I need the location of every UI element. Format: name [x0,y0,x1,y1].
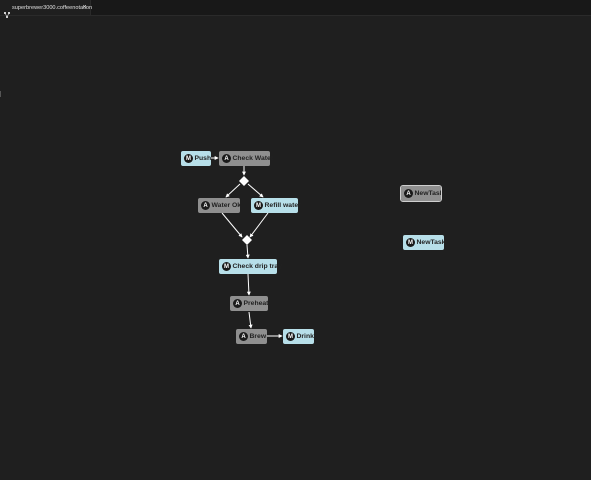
manual-badge-icon: M [286,332,295,341]
task-node-newtask-manual[interactable]: M NewTask [403,235,446,250]
edge-gateway-refill-water[interactable] [247,183,264,198]
task-node-drink[interactable]: M Drink [283,329,314,344]
task-label: Brew [249,333,267,340]
task-label: Refill water [264,202,301,209]
automatic-badge-icon: A [201,201,210,210]
task-node-check-drip-tray[interactable]: M Check drip tray [219,259,282,274]
edge-refill-water-join[interactable] [249,212,269,238]
manual-badge-icon: M [254,201,263,210]
task-node-newtask-auto[interactable]: A NewTask [400,185,444,202]
manual-badge-icon: M [222,262,231,271]
manual-badge-icon: M [406,238,415,247]
automatic-badge-icon: A [233,299,242,308]
diagram-edges [211,156,283,338]
automatic-badge-icon: A [404,189,413,198]
task-label: Water Ok [211,202,242,209]
edge-join-check-drip-tray[interactable] [245,244,250,259]
task-node-preheat[interactable]: A Preheat [230,296,268,311]
manual-badge-icon: M [184,154,193,163]
edge-gateway-water-ok[interactable] [225,183,241,198]
task-label: Push [194,155,212,162]
task-node-push[interactable]: M Push [181,151,211,166]
task-node-brew[interactable]: A Brew [236,329,267,344]
task-node-refill-water[interactable]: M Refill water [251,198,301,213]
editor-window: superbrewer3000.coffeenotation × M Push … [0,0,591,480]
task-node-water-ok[interactable]: A Water Ok [198,198,242,213]
automatic-badge-icon: A [239,332,248,341]
task-label: Check Water [232,155,274,162]
task-label: NewTask [416,239,446,246]
edge-water-ok-join[interactable] [221,212,243,238]
edge-preheat-brew[interactable] [248,311,253,329]
task-label: Check drip tray [232,263,282,270]
task-label: Preheat [243,300,269,307]
automatic-badge-icon: A [222,154,231,163]
task-node-check-water[interactable]: A Check Water [219,151,273,166]
task-label: Drink [296,333,314,340]
edge-check-drip-tray-preheat[interactable] [246,273,251,296]
split-gateway[interactable] [239,176,249,186]
task-label: NewTask [414,190,444,197]
